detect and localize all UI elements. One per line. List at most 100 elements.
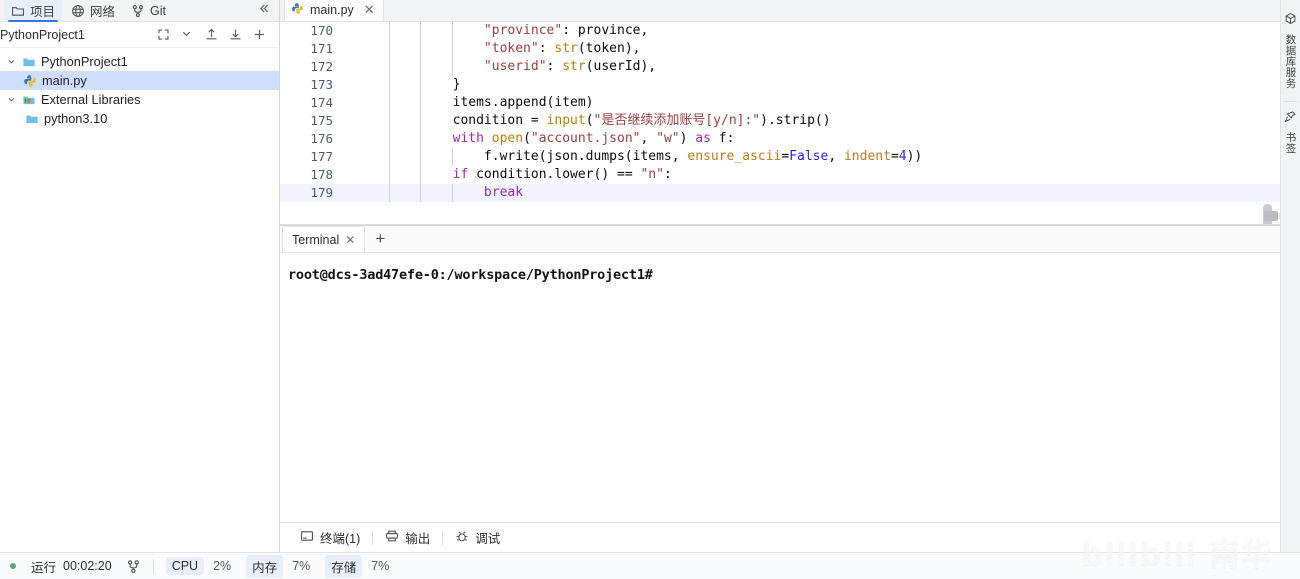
chevron-down-icon[interactable] [6,57,17,66]
chevron-down-icon[interactable] [180,27,195,42]
bottom-tool-window-bar: 终端(1) 输出 调试 [280,522,1300,554]
resource-meters[interactable]: CPU 2% 内存 7% 存储 7% [165,554,402,578]
run-status-time: 00:02:20 [63,559,112,573]
code-line: 177 f.write(json.dumps(items, ensure_asc… [280,148,1280,166]
chevron-down-icon[interactable] [6,95,17,104]
meter-name-cpu: CPU [165,557,205,575]
code-line: 175 condition = input("是否继续添加账号[y/n]:").… [280,112,1280,130]
line-number: 170 [310,23,333,38]
bottom-tool-label: 终端(1) [320,532,361,546]
code-text: condition = input("是否继续添加账号[y/n]:").stri… [390,113,831,128]
bottom-tool-terminal[interactable]: 终端(1) [288,523,372,554]
terminal-output[interactable]: root@dcs-3ad47efe-0:/workspace/PythonPro… [280,253,1300,528]
meter-value-cpu: 2% [213,559,232,573]
tool-window-tab-bar: 项目 网络 Git [0,0,279,22]
database-cube-icon [1284,12,1297,30]
right-tool-database-service[interactable]: 数据库服务 [1281,6,1300,99]
code-line: 179 break [280,184,1280,202]
editor-vertical-scrollbar[interactable] [1263,44,1272,225]
project-header-actions [156,27,273,42]
git-branch-icon [131,4,145,18]
code-line: 172 "userid": str(userId), [280,58,1280,76]
close-icon[interactable]: ✕ [364,2,375,18]
download-icon[interactable] [228,27,243,42]
code-lines: 170 "province": province, 171 "token": st… [280,22,1280,202]
new-terminal-button[interactable]: + [365,226,395,252]
terminal-icon [300,529,314,546]
code-text: "province": province, [483,23,649,38]
tool-window-tab-label: Git [150,3,167,18]
line-number: 175 [310,113,333,128]
line-number: 179 [310,185,333,200]
upload-icon[interactable] [204,27,219,42]
line-number: 173 [310,77,333,92]
git-branch-icon[interactable] [126,559,141,574]
project-tree: PythonProject1 main.py External Librarie… [0,48,279,128]
tree-node-label: python3.10 [44,111,108,126]
code-line: 170 "province": province, [280,22,1280,40]
project-header: PythonProject1 [0,22,279,48]
tree-node-label: External Libraries [41,92,141,107]
bottom-tool-debug[interactable]: 调试 [443,523,512,553]
terminal-tab-bar: Terminal ✕ + ✕ [280,226,1300,253]
ide-window: 项目 网络 Git PythonProject1 PythonProject1 … [0,0,1300,579]
right-tool-label: 书签 [1284,132,1297,154]
line-number: 171 [310,41,333,56]
project-tool-window: 项目 网络 Git PythonProject1 PythonProject1 … [0,0,280,552]
code-text: if condition.lower() == "n": [452,167,672,182]
code-content[interactable]: 170 "province": province, 171 "token": st… [280,22,1280,225]
libraries-icon [21,93,37,107]
close-icon[interactable]: ✕ [345,233,355,247]
run-status[interactable]: 运行 00:02:20 [10,557,112,576]
plus-icon[interactable] [252,27,267,42]
bottom-tool-label: 输出 [405,532,431,546]
tree-node-label: main.py [42,73,87,88]
right-tool-bookmarks[interactable]: 书签 [1281,104,1300,164]
tree-node-main-py[interactable]: main.py [0,71,279,90]
line-number: 177 [310,149,333,164]
editor-tab-bar: main.py ✕ [280,0,1280,22]
running-dot-icon [10,563,16,569]
tool-window-tab-git[interactable]: Git [124,0,173,22]
terminal-tab[interactable]: Terminal ✕ [282,226,366,252]
line-number: 172 [310,59,333,74]
tool-window-tab-project[interactable]: 项目 [4,0,63,22]
meter-name-storage: 存储 [325,554,363,578]
output-icon [385,529,399,546]
tree-node-python310[interactable]: python3.10 [0,109,279,128]
code-text: "userid": str(userId), [483,59,657,74]
bottom-tool-label: 调试 [475,532,501,546]
tree-node-external-libraries[interactable]: External Libraries [0,90,279,109]
chevron-double-left-icon[interactable] [256,1,279,21]
code-text: "token": str(token), [483,41,641,56]
line-number: 174 [310,95,333,110]
terminal-prompt-line: root@dcs-3ad47efe-0:/workspace/PythonPro… [288,267,653,283]
bookmark-pin-icon [1284,110,1297,128]
line-number: 176 [310,131,333,146]
tree-node-pythonproject1[interactable]: PythonProject1 [0,52,279,71]
status-bar: 运行 00:02:20 CPU 2% 内存 7% 存储 7% [0,552,1300,579]
divider [1283,101,1298,102]
code-text: break [483,185,524,200]
code-editor-area: main.py ✕ 170 "province": province, 171 "… [280,0,1280,225]
code-text: } [390,77,461,92]
code-line: 174 items.append(item) [280,94,1280,112]
debug-icon [455,529,469,546]
project-title: PythonProject1 [0,27,85,42]
right-tool-label: 数据库服务 [1284,34,1297,89]
editor-scroll-marker[interactable] [1264,211,1278,221]
meter-value-memory: 7% [292,559,311,573]
tree-node-label: PythonProject1 [41,54,128,69]
expand-arrows-icon[interactable] [156,27,171,42]
python-file-icon [291,2,304,18]
code-line: 178 if condition.lower() == "n": [280,166,1280,184]
folder-icon [21,55,37,69]
code-text: items.append(item) [390,95,594,110]
meter-value-storage: 7% [371,559,390,573]
bottom-tool-output[interactable]: 输出 [373,523,442,553]
globe-icon [71,4,85,18]
editor-tab-main-py[interactable]: main.py ✕ [284,0,384,21]
tool-window-tab-label: 项目 [30,5,56,19]
code-line: 173 } [280,76,1280,94]
tool-window-tab-network[interactable]: 网络 [64,0,122,22]
